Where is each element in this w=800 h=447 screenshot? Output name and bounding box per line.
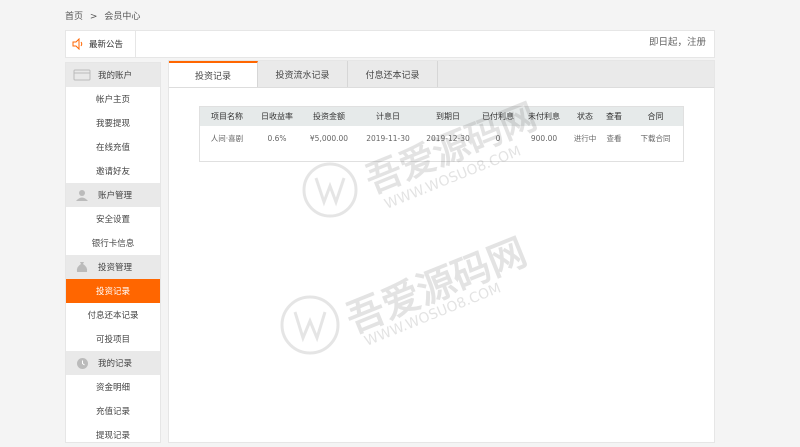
- sidebar-item-withdraw[interactable]: 我要提现: [66, 111, 160, 135]
- column-header: 计息日: [358, 107, 418, 126]
- column-header: 查看: [600, 107, 628, 126]
- cell-status: 进行中: [573, 133, 597, 143]
- user-icon: [72, 188, 92, 202]
- main-panel: 投资记录 投资流水记录 付息还本记录 项目名称 日收益率 投资金额 计息日 到期…: [168, 60, 715, 443]
- sidebar-group-account-manage: 账户管理: [66, 183, 160, 207]
- breadcrumb-current: 会员中心: [104, 12, 141, 22]
- notice-header: 最新公告: [66, 31, 136, 57]
- sidebar-item-withdraw-records[interactable]: 提现记录: [66, 423, 160, 447]
- table-row: 人间·喜剧 0.6% ¥5,000.00 2019-11-30 2019-12-…: [200, 126, 683, 150]
- column-header: 合同: [628, 107, 683, 126]
- breadcrumb-home[interactable]: 首页: [65, 12, 83, 22]
- sidebar-item-recharge-records[interactable]: 充值记录: [66, 399, 160, 423]
- column-header: 已付利息: [478, 107, 518, 126]
- sidebar-item-invite[interactable]: 邀请好友: [66, 159, 160, 183]
- column-header: 状态: [570, 107, 600, 126]
- cell-start-date: 2019-11-30: [366, 133, 410, 143]
- tab-invest-records[interactable]: 投资记录: [169, 61, 258, 87]
- cell-amount: ¥5,000.00: [309, 133, 349, 143]
- cell-daily-rate: 0.6%: [267, 133, 287, 143]
- sidebar-item-account-home[interactable]: 帐户主页: [66, 87, 160, 111]
- sidebar-item-bank-card[interactable]: 银行卡信息: [66, 231, 160, 255]
- notice-bar: 最新公告 即日起，注册: [65, 30, 715, 58]
- table-header-row: 项目名称 日收益率 投资金额 计息日 到期日 已付利息 未付利息 状态 查看 合…: [200, 107, 683, 126]
- sidebar-group-label: 投资管理: [98, 263, 133, 273]
- cell-unpaid-interest: 900.00: [530, 133, 558, 143]
- breadcrumb-separator: >: [89, 12, 98, 22]
- notice-title: 最新公告: [89, 40, 124, 50]
- breadcrumb: 首页 > 会员中心: [65, 9, 144, 22]
- sidebar-item-security[interactable]: 安全设置: [66, 207, 160, 231]
- cell-due-date: 2019-12-30: [426, 133, 470, 143]
- notice-text[interactable]: 即日起，注册: [649, 34, 706, 48]
- column-header: 未付利息: [518, 107, 570, 126]
- card-icon: [72, 68, 92, 82]
- sidebar-group-label: 我的账户: [98, 71, 133, 81]
- sidebar-group-investment: 投资管理: [66, 255, 160, 279]
- speaker-icon: [72, 38, 83, 50]
- invest-table: 项目名称 日收益率 投资金额 计息日 到期日 已付利息 未付利息 状态 查看 合…: [199, 106, 684, 162]
- tab-bar: 投资记录 投资流水记录 付息还本记录: [169, 61, 714, 88]
- column-header: 日收益率: [254, 107, 300, 126]
- tab-interest-records[interactable]: 付息还本记录: [348, 61, 438, 87]
- sidebar-group-account: 我的账户: [66, 63, 160, 87]
- sidebar-item-interest-records[interactable]: 付息还本记录: [66, 303, 160, 327]
- history-icon: [72, 356, 92, 370]
- column-header: 投资金额: [300, 107, 358, 126]
- cell-project-name: 人间·喜剧: [210, 133, 244, 143]
- sidebar: 我的账户 帐户主页 我要提现 在线充值 邀请好友 账户管理 安全设置 银行卡信息…: [65, 62, 161, 443]
- sidebar-group-label: 账户管理: [98, 191, 133, 201]
- sidebar-item-recharge[interactable]: 在线充值: [66, 135, 160, 159]
- money-bag-icon: [72, 260, 92, 274]
- sidebar-item-invest-records[interactable]: 投资记录: [66, 279, 160, 303]
- download-contract-link[interactable]: 下载合同: [628, 126, 683, 150]
- sidebar-group-label: 我的记录: [98, 359, 133, 369]
- cell-paid-interest: 0: [495, 133, 501, 143]
- view-link[interactable]: 查看: [600, 126, 628, 150]
- column-header: 项目名称: [200, 107, 254, 126]
- column-header: 到期日: [418, 107, 478, 126]
- sidebar-item-fund-details[interactable]: 资金明细: [66, 375, 160, 399]
- tab-invest-flow[interactable]: 投资流水记录: [258, 61, 348, 87]
- sidebar-group-records: 我的记录: [66, 351, 160, 375]
- sidebar-item-available-projects[interactable]: 可投项目: [66, 327, 160, 351]
